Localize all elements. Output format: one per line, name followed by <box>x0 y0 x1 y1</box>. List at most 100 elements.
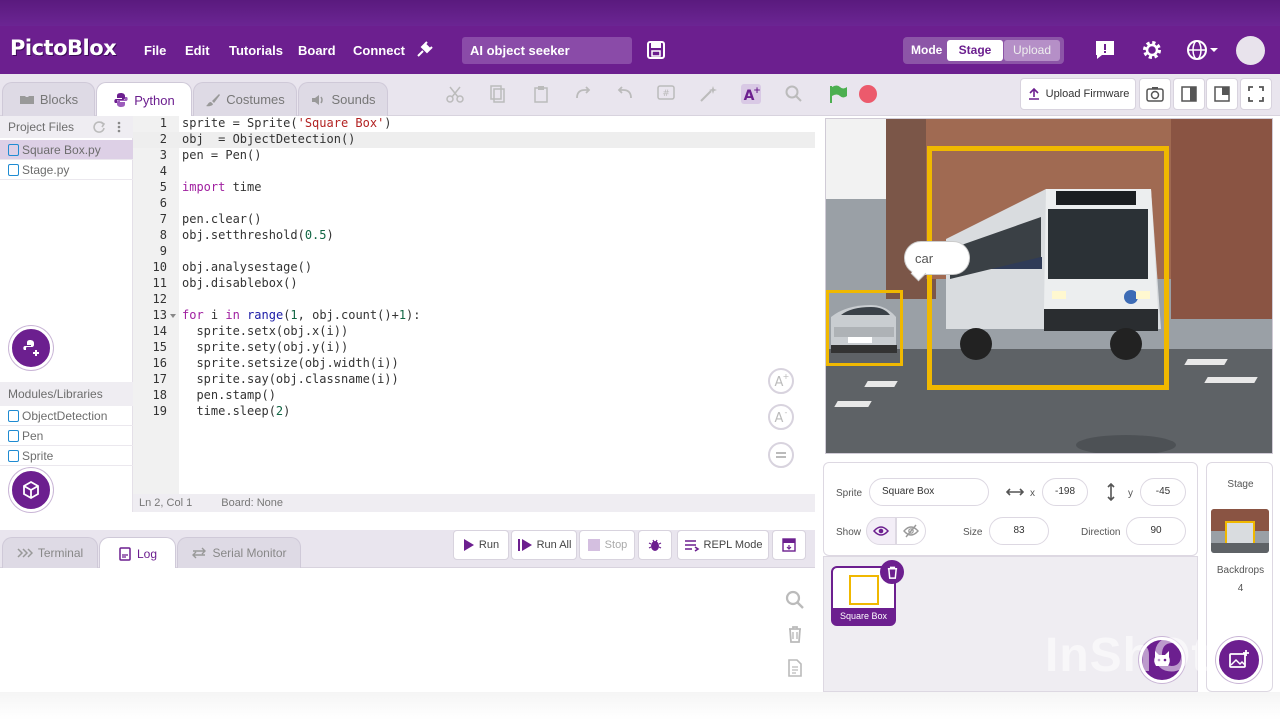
search-icon[interactable] <box>784 84 804 104</box>
feedback-icon[interactable] <box>1093 38 1117 62</box>
fullscreen-icon <box>1248 86 1264 102</box>
play-icon <box>463 539 474 551</box>
line-number: 17 <box>152 372 167 386</box>
menu-connect[interactable]: Connect <box>353 43 405 58</box>
document-icon[interactable] <box>785 658 805 678</box>
tab-python[interactable]: Python <box>96 82 192 117</box>
mode-upload-button[interactable]: Upload <box>1004 40 1060 61</box>
camera-button[interactable] <box>1139 78 1171 110</box>
backdrops-label: Backdrops <box>1216 565 1265 576</box>
add-file-button[interactable] <box>9 326 53 370</box>
size-input[interactable]: 83 <box>989 517 1049 545</box>
paste-icon[interactable] <box>531 84 551 104</box>
layout-right-icon <box>1214 86 1230 102</box>
module-item-object-detection[interactable]: ObjectDetection <box>0 406 133 426</box>
svg-text:A: A <box>775 411 784 426</box>
refresh-icon[interactable] <box>92 120 106 134</box>
gear-icon[interactable] <box>1140 38 1164 62</box>
trash-icon[interactable] <box>785 624 805 644</box>
file-item-stage[interactable]: Stage.py <box>0 160 133 180</box>
font-size-icon[interactable]: A+ <box>741 84 761 104</box>
code-line: sprite = Sprite('Square Box') <box>182 116 392 130</box>
layout-left-icon <box>1181 86 1197 102</box>
language-globe-icon[interactable] <box>1186 38 1220 62</box>
log-icon <box>119 546 131 561</box>
menu-tutorials[interactable]: Tutorials <box>229 43 283 58</box>
sprite-card-label: Square Box <box>833 608 894 624</box>
save-icon[interactable] <box>646 40 666 60</box>
zoom-out-button[interactable]: A- <box>768 404 794 430</box>
module-item-sprite[interactable]: Sprite <box>0 446 133 466</box>
zoom-reset-button[interactable] <box>768 442 794 468</box>
search-icon[interactable] <box>785 590 805 610</box>
magic-wand-icon[interactable] <box>698 84 718 104</box>
add-backdrop-button[interactable] <box>1216 637 1262 683</box>
menu-board[interactable]: Board <box>298 43 336 58</box>
line-number: 13 <box>152 308 167 322</box>
tab-sounds[interactable]: Sounds <box>298 82 388 116</box>
eye-icon <box>873 526 889 536</box>
line-number: 10 <box>152 260 167 274</box>
fullscreen-button[interactable] <box>1240 78 1272 110</box>
upload-icon <box>1028 87 1039 100</box>
run-all-button[interactable]: Run All <box>511 530 577 560</box>
line-number: 3 <box>159 148 167 162</box>
equals-icon <box>776 452 786 458</box>
tab-python-label: Python <box>134 92 175 108</box>
backdrop-thumbnail[interactable] <box>1211 509 1269 553</box>
stage-canvas[interactable]: car <box>825 118 1273 454</box>
layout-large-stage-button[interactable] <box>1206 78 1238 110</box>
show-visible-button[interactable] <box>866 517 896 545</box>
add-extension-button[interactable] <box>9 468 53 512</box>
stop-sign-icon[interactable] <box>858 84 878 104</box>
more-options-icon[interactable] <box>116 120 122 134</box>
tab-costumes-label: Costumes <box>226 92 285 107</box>
tab-serial-monitor-label: Serial Monitor <box>212 546 287 560</box>
upload-firmware-button[interactable]: Upload Firmware <box>1020 78 1136 110</box>
avatar[interactable] <box>1236 36 1265 65</box>
comment-icon[interactable]: # <box>656 84 676 104</box>
menu-file[interactable]: File <box>144 43 166 58</box>
stop-button[interactable]: Stop <box>579 530 635 560</box>
size-label: Size <box>963 527 983 538</box>
redo-icon[interactable] <box>573 84 593 104</box>
run-button[interactable]: Run <box>453 530 509 560</box>
green-flag-icon[interactable] <box>828 84 848 104</box>
zoom-in-button[interactable]: A + <box>768 368 794 394</box>
font-decrease-icon: A- <box>775 408 788 426</box>
file-item-square-box[interactable]: Square Box.py <box>0 140 133 160</box>
tab-terminal-label: Terminal <box>37 546 84 560</box>
tab-log[interactable]: Log <box>99 537 176 569</box>
code-line: import time <box>182 180 262 194</box>
module-icon <box>8 410 19 422</box>
tab-costumes[interactable]: Costumes <box>193 82 297 116</box>
x-position-input[interactable]: -198 <box>1042 478 1088 506</box>
direction-input[interactable]: 90 <box>1126 517 1186 545</box>
menu-edit[interactable]: Edit <box>185 43 210 58</box>
file-item-label: Square Box.py <box>22 143 101 157</box>
project-name-input[interactable]: AI object seeker <box>462 37 632 64</box>
code-editor[interactable]: 1 2 3 4 5 6 7 8 9 10 11 12 13 14 15 16 1… <box>133 116 815 494</box>
copy-icon[interactable] <box>488 84 508 104</box>
tab-blocks[interactable]: Blocks <box>2 82 95 116</box>
log-console[interactable] <box>0 568 815 692</box>
svg-text:+: + <box>753 86 761 96</box>
plug-icon[interactable] <box>414 38 436 60</box>
debug-button[interactable] <box>638 530 672 560</box>
stage-panel-title: Stage <box>1227 479 1254 490</box>
sprite-name-input[interactable]: Square Box <box>869 478 989 506</box>
mode-stage-button[interactable]: Stage <box>947 40 1003 61</box>
cut-icon[interactable] <box>445 84 465 104</box>
undo-icon[interactable] <box>615 84 635 104</box>
layout-small-stage-button[interactable] <box>1173 78 1205 110</box>
show-hidden-button[interactable] <box>896 517 926 545</box>
fold-arrow-icon[interactable] <box>169 312 177 320</box>
tab-terminal[interactable]: Terminal <box>2 537 98 568</box>
delete-sprite-button[interactable] <box>880 560 904 584</box>
console-layout-button[interactable] <box>772 530 806 560</box>
y-position-input[interactable]: -45 <box>1140 478 1186 506</box>
tab-serial-monitor[interactable]: Serial Monitor <box>177 537 301 568</box>
project-files-header: Project Files <box>0 116 133 138</box>
module-item-pen[interactable]: Pen <box>0 426 133 446</box>
repl-mode-button[interactable]: REPL Mode <box>677 530 769 560</box>
